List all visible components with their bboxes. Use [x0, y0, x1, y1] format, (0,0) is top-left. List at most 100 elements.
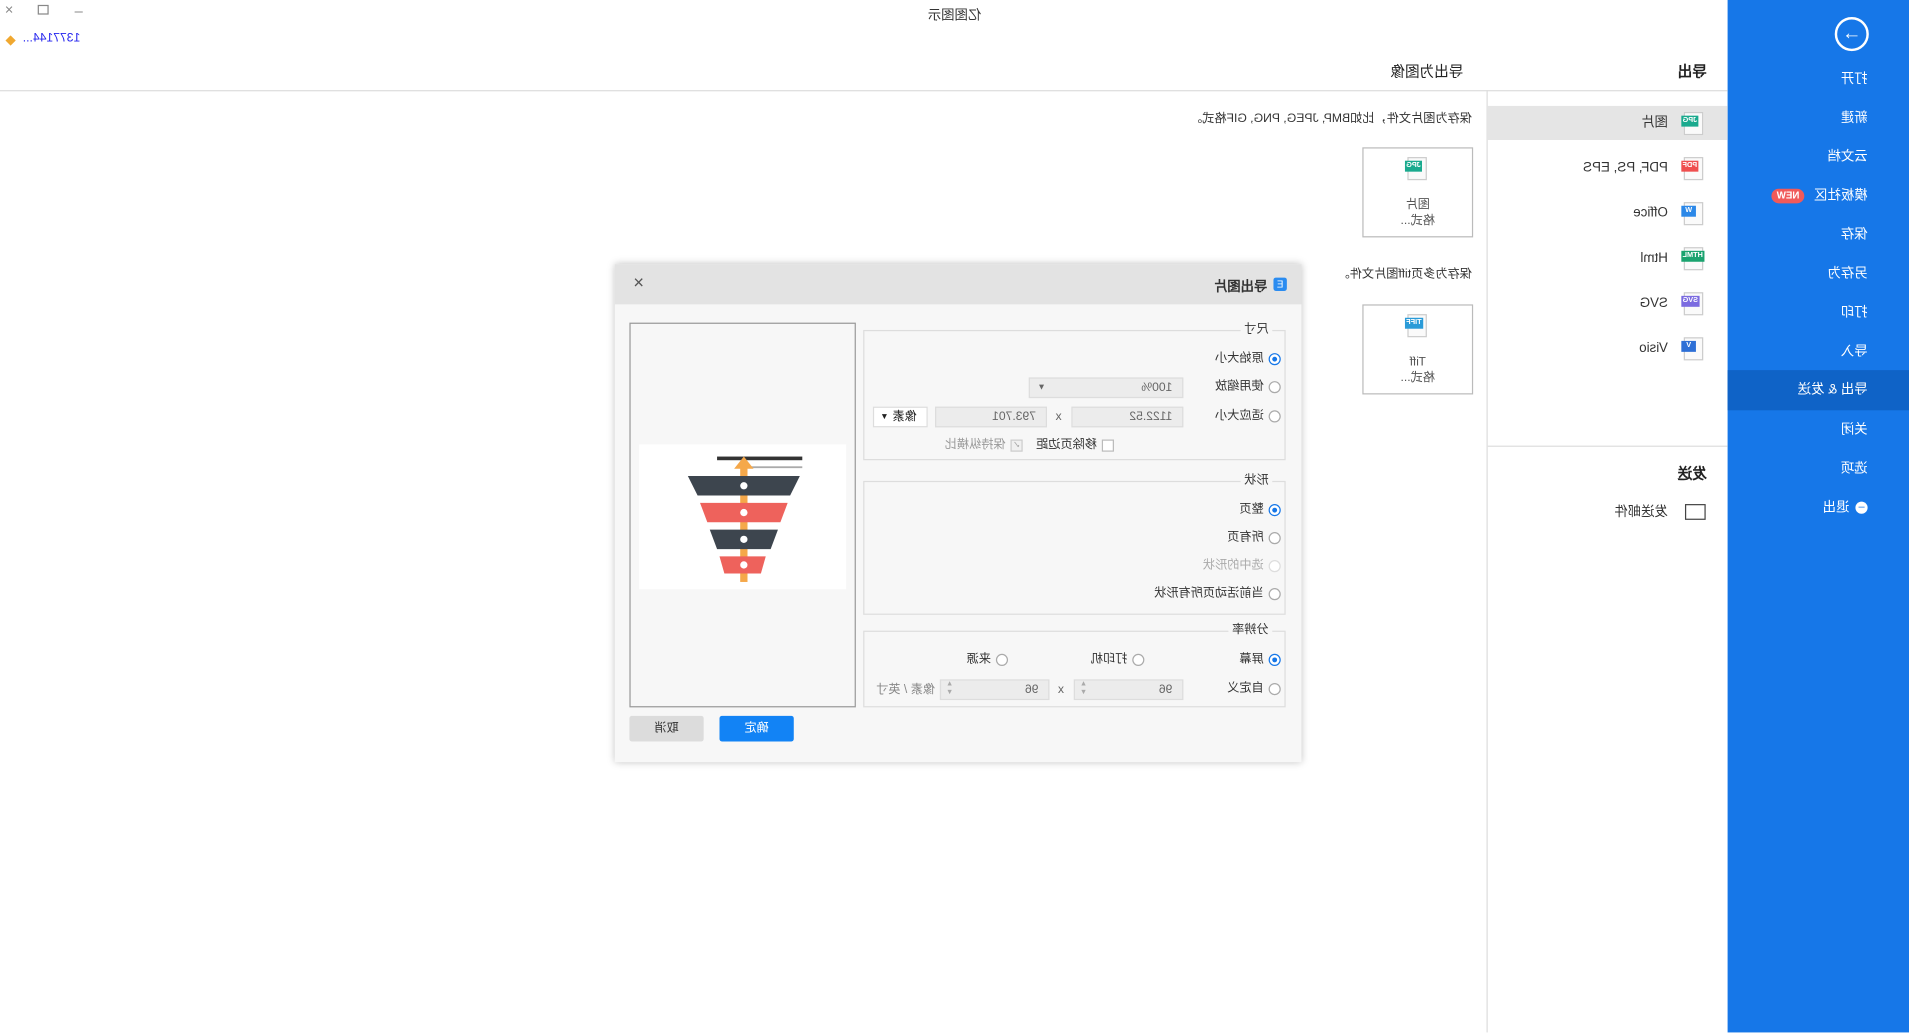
back-arrow-icon[interactable]: → — [1834, 17, 1869, 52]
shape-legend: 形状 — [1240, 473, 1273, 489]
spinner-icon[interactable]: ▲ ▼ — [1080, 681, 1087, 698]
tier-2-icon — [740, 508, 748, 517]
width-input[interactable]: 1122.52 — [1071, 406, 1184, 428]
unit-select[interactable]: 像素 ▼ — [872, 406, 928, 428]
radio-whole-page[interactable] — [1268, 504, 1281, 517]
sidebar-item-cloud[interactable]: 云文档 — [1728, 138, 1909, 177]
dialog-title: 导出图片 — [1213, 280, 1268, 295]
label-use-zoom: 使用缩放 — [1215, 379, 1264, 394]
export-item-label: Visio — [1639, 340, 1668, 356]
radio-printer[interactable] — [1132, 653, 1145, 666]
jpg-file-icon: JPG — [1404, 157, 1427, 181]
image-format-card[interactable]: JPG 图片 格式... — [1362, 147, 1474, 238]
radio-active-page-shapes[interactable] — [1268, 588, 1281, 601]
export-item-label: Html — [1640, 250, 1668, 266]
card-label: Tiff — [1409, 355, 1426, 369]
tiff-desc: 保存为多页tiff图片文件。 — [1337, 267, 1472, 282]
html-file-icon: HTML — [1681, 247, 1705, 271]
height-input[interactable]: 793.701 — [935, 406, 1048, 428]
cancel-button[interactable]: 取消 — [629, 715, 704, 742]
send-email-item[interactable]: 发送邮件 — [1488, 496, 1728, 530]
label-original-size: 原始大小 — [1215, 351, 1264, 366]
chevron-down-icon: ▼ — [1037, 383, 1046, 393]
sidebar-item-templates[interactable]: 模板社区 NEW — [1728, 177, 1909, 216]
times-label: x — [1055, 410, 1062, 424]
zoom-select[interactable]: 100% ▼ — [1028, 377, 1184, 399]
email-icon — [1684, 504, 1706, 520]
ok-button[interactable]: 确定 — [719, 715, 794, 742]
app-logo-icon: E — [1273, 277, 1287, 291]
export-item-image[interactable]: JPG 图片 — [1487, 105, 1728, 141]
dialog-close-button[interactable]: × — [633, 273, 644, 294]
minimize-button[interactable]: – — [68, 2, 83, 19]
file-sidebar: → 打开 新建 云文档 模板社区 NEW 保存 另存为 打印 导入 导出 & 发送… — [1727, 0, 1909, 1033]
card-sublabel: 格式... — [1400, 214, 1435, 228]
export-item-visio[interactable]: V Visio — [1488, 331, 1728, 365]
tier-4-icon — [740, 561, 748, 569]
spinner-icon[interactable]: ▲ ▼ — [946, 681, 953, 698]
dpi-y-value: 96 — [1024, 683, 1039, 697]
label-custom: 自定义 — [1227, 681, 1264, 696]
resolution-legend: 分辨率 — [1228, 623, 1273, 638]
sidebar-item-label: 退出 — [1822, 500, 1850, 516]
sidebar-item-open[interactable]: 打开 — [1728, 60, 1909, 99]
radio-fit-size[interactable] — [1268, 410, 1281, 423]
shape-group: 形状 整页 所有页 选中的形状 当前活动页所有形状 — [863, 473, 1286, 615]
header-divider — [0, 90, 1728, 92]
sidebar-item-new[interactable]: 新建 — [1728, 99, 1909, 138]
svg-file-icon: SVG — [1681, 292, 1704, 316]
export-item-label: Office — [1633, 205, 1668, 221]
sidebar-item-options[interactable]: 选项 — [1728, 449, 1909, 488]
thumbnail-title — [717, 456, 803, 461]
radio-selected-shapes[interactable] — [1268, 560, 1281, 573]
zoom-value: 100% — [1141, 381, 1173, 395]
restore-button[interactable] — [37, 4, 49, 15]
dpi-y-input[interactable]: 96 ▲ ▼ — [939, 679, 1050, 701]
export-item-office[interactable]: W Office — [1488, 196, 1728, 230]
tiff-format-card[interactable]: TIFF Tiff 格式... — [1362, 304, 1474, 395]
sidebar-item-close[interactable]: 关闭 — [1728, 410, 1909, 449]
export-heading: 导出 — [1677, 63, 1707, 81]
times-label: x — [1057, 683, 1065, 697]
export-item-html[interactable]: HTML Html — [1488, 241, 1728, 275]
exit-icon: – — [1855, 501, 1868, 514]
sidebar-item-import[interactable]: 导入 — [1728, 332, 1909, 371]
user-account[interactable]: 1377144... — [23, 32, 81, 45]
export-item-pdf[interactable]: PDF PDF, PS, EPS — [1488, 151, 1728, 185]
export-image-dialog: E 导出图片 × 尺寸 原始大小 使用缩放 100% ▼ 适应大小 1122.52… — [614, 264, 1302, 763]
sidebar-item-export-send[interactable]: 导出 & 发送 — [1727, 370, 1909, 411]
radio-all-pages[interactable] — [1268, 532, 1281, 545]
sidebar-item-exit[interactable]: –退出 — [1728, 488, 1909, 527]
tier-1-icon — [740, 482, 748, 490]
size-group: 尺寸 原始大小 使用缩放 100% ▼ 适应大小 1122.52 x 793.70… — [863, 322, 1286, 461]
sidebar-item-label: 模板社区 — [1814, 188, 1868, 204]
sidebar-item-save-as[interactable]: 另存为 — [1728, 254, 1909, 293]
panel-divider — [1486, 90, 1488, 1033]
radio-screen[interactable] — [1268, 653, 1281, 666]
remove-margin-checkbox[interactable] — [1101, 439, 1114, 452]
label-fit-size: 适应大小 — [1215, 409, 1264, 423]
sidebar-item-save[interactable]: 保存 — [1728, 215, 1909, 254]
export-item-label: 图片 — [1641, 115, 1668, 131]
export-preview — [629, 322, 856, 708]
keep-ratio-checkbox[interactable]: ✓ — [1010, 439, 1023, 452]
radio-use-zoom[interactable] — [1268, 381, 1281, 394]
window-title: 亿图图示 — [927, 8, 982, 24]
export-item-svg[interactable]: SVG SVG — [1488, 286, 1728, 320]
sidebar-item-print[interactable]: 打印 — [1728, 293, 1909, 332]
size-legend: 尺寸 — [1240, 322, 1273, 338]
radio-custom[interactable] — [1268, 683, 1281, 696]
new-badge: NEW — [1771, 188, 1805, 204]
jpg-file-icon: JPG — [1681, 112, 1704, 136]
tiff-file-icon: TIFF — [1404, 314, 1427, 338]
dpi-x-value: 96 — [1158, 683, 1173, 697]
radio-source[interactable] — [995, 653, 1009, 666]
label-printer: 打印机 — [1090, 652, 1128, 666]
radio-original-size[interactable] — [1268, 353, 1281, 366]
export-item-label: PDF, PS, EPS — [1583, 160, 1668, 176]
close-window-button[interactable]: × — [5, 1, 14, 18]
chevron-down-icon: ▼ — [880, 412, 889, 422]
diagram-thumbnail — [639, 444, 847, 590]
tier-3-icon — [740, 535, 748, 544]
dpi-x-input[interactable]: 96 ▲ ▼ — [1073, 679, 1184, 701]
